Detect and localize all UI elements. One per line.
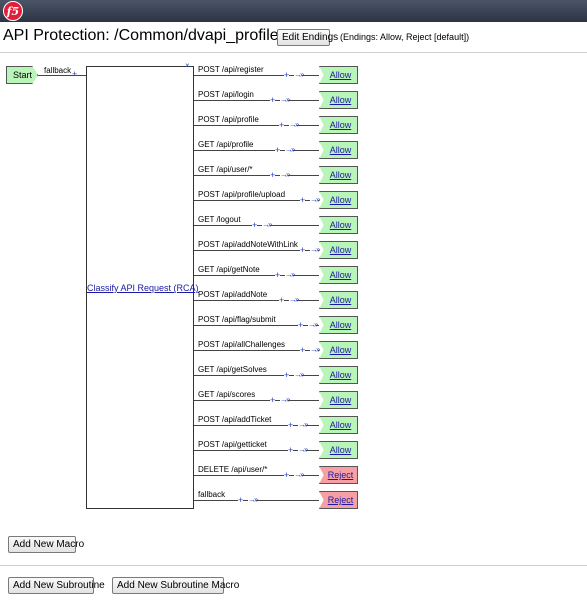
branch-arrow-icon: →» xyxy=(308,320,319,329)
branch-label: DELETE /api/user/* xyxy=(198,465,268,474)
branch-label: GET /logout xyxy=(198,215,241,224)
branch-arrow-icon: →» xyxy=(310,345,321,354)
branch-arrow-icon: →» xyxy=(280,395,291,404)
ending-allow-node[interactable]: Allow xyxy=(319,91,358,109)
rca-close-icon[interactable]: × xyxy=(185,62,190,70)
ending-allow-node[interactable]: Allow xyxy=(319,416,358,434)
branch-arrow-icon: →» xyxy=(289,120,300,129)
branch-arrow-icon: →» xyxy=(310,245,321,254)
ending-allow-node[interactable]: Allow xyxy=(319,191,358,209)
branch-arrow-icon: →» xyxy=(285,270,296,279)
branch-insert-plus-icon[interactable]: + xyxy=(238,496,244,505)
ending-allow-node[interactable]: Allow xyxy=(319,391,358,409)
branch-insert-plus-icon[interactable]: + xyxy=(252,221,258,230)
add-new-subroutine-macro-button[interactable]: Add New Subroutine Macro xyxy=(112,577,239,594)
branch-arrow-icon: →» xyxy=(280,170,291,179)
ending-allow-node[interactable]: Allow xyxy=(319,441,358,459)
ending-allow-node[interactable]: Allow xyxy=(319,366,358,384)
section-divider xyxy=(0,565,587,566)
add-new-macro-button[interactable]: Add New Macro xyxy=(8,536,84,553)
branch-connector-line xyxy=(194,275,319,276)
f5-logo: f5 xyxy=(3,1,23,21)
f5-logo-text: f5 xyxy=(6,4,20,18)
page-header: API Protection: /Common/dvapi_profile_pr… xyxy=(0,22,587,53)
branch-insert-plus-icon[interactable]: + xyxy=(288,446,294,455)
ending-allow-node[interactable]: Allow xyxy=(319,66,358,84)
branch-arrow-icon: →» xyxy=(310,195,321,204)
edit-endings-button[interactable]: Edit Endings xyxy=(277,29,338,46)
branch-arrow-icon: →» xyxy=(280,95,291,104)
branch-insert-plus-icon[interactable]: + xyxy=(270,96,276,105)
branch-arrow-icon: →» xyxy=(248,495,259,504)
start-connector-line xyxy=(38,75,86,76)
branch-label: GET /api/user/* xyxy=(198,165,253,174)
branch-insert-plus-icon[interactable]: + xyxy=(275,271,281,280)
branch-insert-plus-icon[interactable]: + xyxy=(270,171,276,180)
endings-info: (Endings: Allow, Reject [default]) xyxy=(340,32,470,42)
branch-insert-plus-icon[interactable]: + xyxy=(300,346,306,355)
branch-label: GET /api/getSolves xyxy=(198,365,267,374)
branch-insert-plus-icon[interactable]: + xyxy=(284,71,290,80)
branch-arrow-icon: →» xyxy=(289,295,300,304)
branch-connector-line xyxy=(194,150,319,151)
branch-insert-plus-icon[interactable]: + xyxy=(298,321,304,330)
branch-arrow-icon: →» xyxy=(285,145,296,154)
ending-allow-node[interactable]: Allow xyxy=(319,166,358,184)
branch-arrow-icon: →» xyxy=(262,220,273,229)
branch-connector-line xyxy=(194,125,319,126)
branch-arrow-icon: →» xyxy=(294,370,305,379)
ending-reject-node[interactable]: Reject xyxy=(319,466,358,484)
ending-allow-node[interactable]: Allow xyxy=(319,316,358,334)
branch-insert-plus-icon[interactable]: + xyxy=(270,396,276,405)
ending-allow-node[interactable]: Allow xyxy=(319,116,358,134)
ending-allow-node[interactable]: Allow xyxy=(319,241,358,259)
page-title: API Protection: /Common/dvapi_profile_pr… xyxy=(3,27,311,44)
start-branch-label: fallback xyxy=(44,66,72,75)
start-insert-plus-icon[interactable]: + xyxy=(72,70,77,79)
ending-allow-node[interactable]: Allow xyxy=(319,216,358,234)
branch-connector-line xyxy=(194,400,319,401)
top-bar: f5 xyxy=(0,0,587,22)
branch-label: GET /api/getNote xyxy=(198,265,260,274)
ending-allow-node[interactable]: Allow xyxy=(319,341,358,359)
branch-label: POST /api/allChallenges xyxy=(198,340,286,349)
branch-label: fallback xyxy=(198,490,226,499)
ending-allow-node[interactable]: Allow xyxy=(319,266,358,284)
branch-insert-plus-icon[interactable]: + xyxy=(279,296,285,305)
add-new-subroutine-button[interactable]: Add New Subroutine xyxy=(8,577,105,594)
branch-label: POST /api/getticket xyxy=(198,440,267,449)
ending-reject-node[interactable]: Reject xyxy=(319,491,358,509)
branch-insert-plus-icon[interactable]: + xyxy=(300,196,306,205)
start-node[interactable]: Start xyxy=(6,66,38,84)
branch-arrow-icon: →» xyxy=(298,445,309,454)
branch-label: POST /api/addNote xyxy=(198,290,268,299)
rca-action-box: Classify API Request (RCA) xyxy=(86,66,199,509)
branch-connector-line xyxy=(194,100,319,101)
branch-arrow-icon: →» xyxy=(294,70,305,79)
branch-insert-plus-icon[interactable]: + xyxy=(284,471,290,480)
branch-label: POST /api/addNoteWithLink xyxy=(198,240,298,249)
branch-connector-line xyxy=(194,175,319,176)
branch-arrow-icon: →» xyxy=(294,470,305,479)
branch-label: POST /api/profile xyxy=(198,115,259,124)
branch-label: GET /api/profile xyxy=(198,140,254,149)
branch-connector-line xyxy=(194,500,319,501)
branch-insert-plus-icon[interactable]: + xyxy=(288,421,294,430)
branch-label: POST /api/login xyxy=(198,90,254,99)
branch-label: POST /api/flag/submit xyxy=(198,315,276,324)
branch-insert-plus-icon[interactable]: + xyxy=(275,146,281,155)
branch-insert-plus-icon[interactable]: + xyxy=(279,121,285,130)
branch-connector-line xyxy=(194,300,319,301)
branch-arrow-icon: →» xyxy=(298,420,309,429)
branch-label: POST /api/profile/upload xyxy=(198,190,286,199)
branch-insert-plus-icon[interactable]: + xyxy=(284,371,290,380)
branch-label: POST /api/addTicket xyxy=(198,415,272,424)
ending-allow-node[interactable]: Allow xyxy=(319,141,358,159)
branch-label: GET /api/scores xyxy=(198,390,256,399)
branch-label: POST /api/register xyxy=(198,65,264,74)
ending-allow-node[interactable]: Allow xyxy=(319,291,358,309)
rca-action-link[interactable]: Classify API Request (RCA) xyxy=(87,283,199,293)
branch-insert-plus-icon[interactable]: + xyxy=(300,246,306,255)
